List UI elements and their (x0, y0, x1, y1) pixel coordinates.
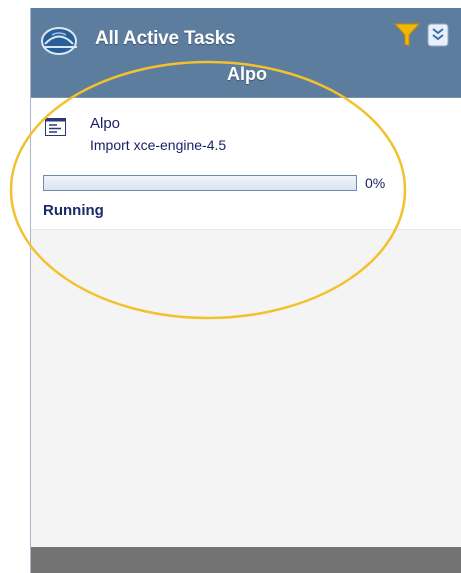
task-progress-bar (43, 175, 357, 191)
task-name: Alpo (90, 115, 121, 132)
task-list: Alpo Import xce-engine-4.5 0% Running (31, 98, 461, 229)
task-list-icon (45, 118, 66, 136)
panel-subtitle: Alpo (227, 64, 267, 84)
task-list-empty-space (31, 229, 461, 548)
panel-title: All Active Tasks (95, 28, 236, 49)
hard-hat-icon (41, 27, 77, 55)
task-status: Running (43, 202, 104, 219)
active-tasks-panel: All Active Tasks Alpo Alpo Import xce-en… (30, 8, 461, 573)
panel-header: All Active Tasks Alpo (31, 8, 461, 98)
panel-footer (31, 547, 461, 573)
task-progress-percent: 0% (365, 175, 386, 191)
expand-down-icon[interactable] (427, 23, 449, 47)
task-description: Import xce-engine-4.5 (90, 137, 227, 153)
filter-icon[interactable] (394, 22, 420, 48)
